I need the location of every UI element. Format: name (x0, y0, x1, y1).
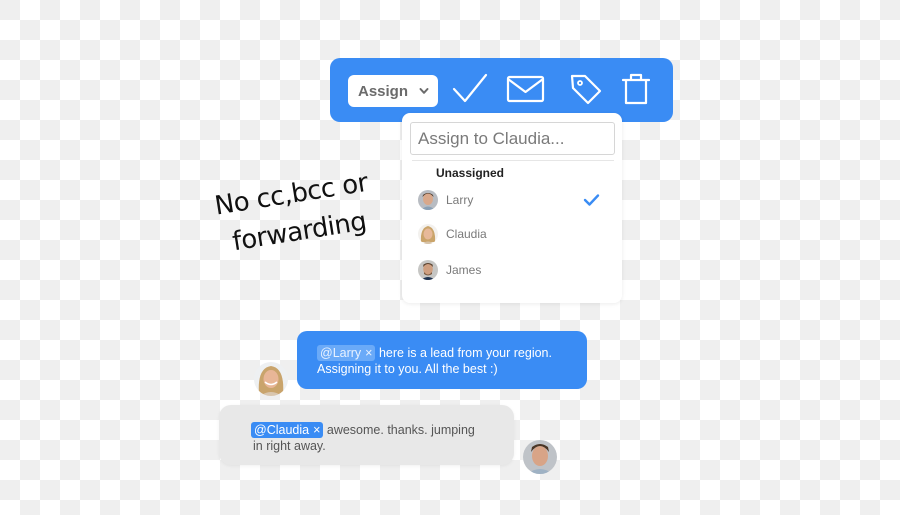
avatar (418, 224, 438, 244)
assignee-option-james[interactable]: James (402, 256, 622, 286)
message-line-2: Assigning it to you. All the best :) (317, 362, 498, 376)
message-text: awesome. thanks. jumping (326, 423, 475, 437)
message-line-1: @Claudia × awesome. thanks. jumping (251, 422, 496, 438)
assign-dropdown-button[interactable]: Assign (348, 75, 438, 107)
envelope-icon[interactable] (506, 72, 546, 106)
assign-label: Assign (358, 82, 409, 100)
assignee-name: James (446, 263, 482, 277)
avatar-claudia (254, 362, 288, 396)
message-text: here is a lead from your region. (378, 346, 552, 360)
assignee-option-claudia[interactable]: Claudia (402, 220, 622, 250)
assignee-search-input[interactable] (410, 122, 615, 155)
message-bubble-outgoing: @Larry × here is a lead from your region.… (297, 331, 587, 389)
remove-mention-icon[interactable]: × (313, 423, 320, 437)
message-line-1: @Larry × here is a lead from your region. (317, 345, 569, 361)
message-bubble-incoming: @Claudia × awesome. thanks. jumping in ri… (219, 405, 514, 465)
tag-icon[interactable] (568, 72, 604, 106)
chevron-down-icon (419, 88, 429, 94)
remove-mention-icon[interactable]: × (365, 346, 372, 360)
avatar (418, 260, 438, 280)
checkmark-icon[interactable] (451, 72, 489, 106)
assignee-dropdown: Unassigned Larry Claudia James (402, 113, 622, 303)
selected-check-icon (583, 194, 600, 206)
handwritten-annotation: No cc,bcc or forwarding (212, 161, 392, 263)
divider (412, 160, 614, 161)
assignee-name: Claudia (446, 227, 487, 241)
message-line-2: in right away. (253, 439, 326, 453)
mention-text: @Claudia (254, 423, 310, 437)
assignee-option-larry[interactable]: Larry (402, 186, 622, 216)
unassigned-option[interactable]: Unassigned (436, 166, 504, 180)
mention-chip[interactable]: @Larry × (317, 345, 376, 361)
trash-icon[interactable] (621, 72, 651, 106)
avatar-larry (523, 440, 557, 474)
mention-text: @Larry (320, 346, 362, 360)
avatar (418, 190, 438, 210)
mention-chip[interactable]: @Claudia × (251, 422, 324, 438)
assignee-name: Larry (446, 193, 474, 207)
